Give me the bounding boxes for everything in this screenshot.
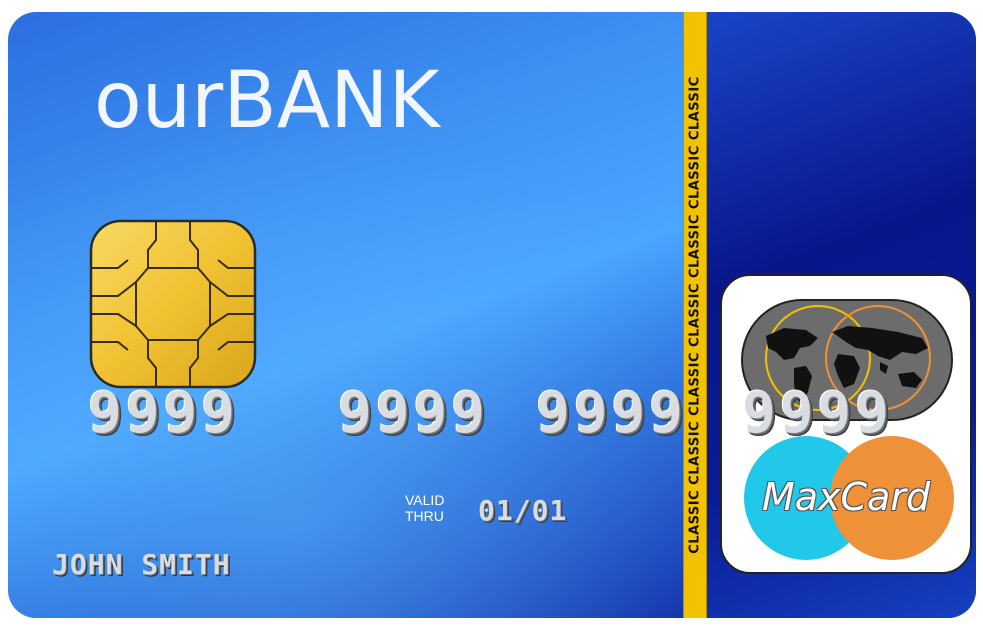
- card-number-group-4: 9999: [742, 381, 893, 446]
- valid-thru-label: VALID THRU: [405, 492, 444, 524]
- valid-label-line2: THRU: [405, 508, 444, 525]
- credit-card: ourBANK CLASSIC CLASSIC CLASSIC CLASSIC …: [8, 12, 976, 618]
- emv-chip-icon: [89, 219, 257, 389]
- card-number-group-1: 9999: [88, 381, 239, 446]
- bank-name: ourBANK: [94, 56, 440, 146]
- valid-label-line1: VALID: [405, 492, 445, 508]
- expiry-date: 01/01: [478, 494, 568, 527]
- classic-stripe: CLASSIC CLASSIC CLASSIC CLASSIC CLASSIC …: [683, 12, 707, 618]
- card-number-group-3: 9999: [536, 381, 687, 446]
- stripe-text: CLASSIC CLASSIC CLASSIC CLASSIC CLASSIC …: [687, 76, 703, 554]
- brand-logo-text: MaxCard: [761, 475, 931, 519]
- card-number-group-2: 9999: [338, 381, 489, 446]
- cardholder-name: JOHN SMITH: [52, 548, 231, 581]
